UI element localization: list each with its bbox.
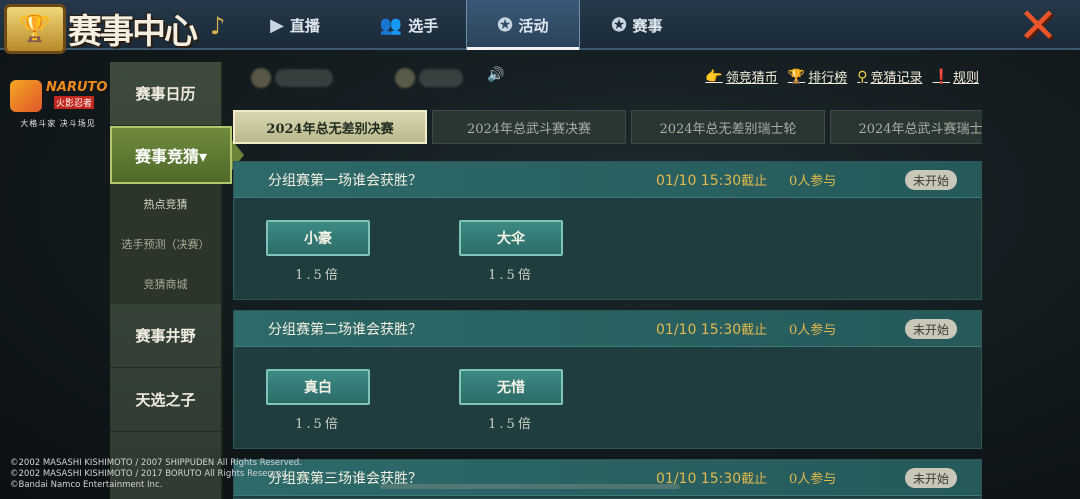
event-center-logo: 🏆 赛事中心 ♪: [0, 0, 235, 62]
card-participants: 0人参与: [789, 323, 837, 338]
option-button[interactable]: 小豪: [266, 220, 370, 256]
coin-icon: [395, 68, 415, 88]
players-icon: 👥: [379, 14, 403, 36]
sidebar-sub-guess-shop[interactable]: 竞猜商城: [110, 264, 221, 304]
leaderboard-label: 排行榜: [808, 71, 848, 86]
card-header: 分组赛第二场谁会获胜？ 01/10 15:30截止 0人参与 未开始: [234, 311, 981, 347]
card-body: 小豪 1.5倍 大伞 1.5倍: [234, 198, 981, 299]
card-body: 真白 1.5倍 无惜 1.5倍: [234, 347, 981, 448]
close-icon[interactable]: ✕: [1010, 2, 1066, 50]
music-note-icon: ♪: [210, 12, 226, 40]
card-header: 分组赛第一场谁会获胜？ 01/10 15:30截止 0人参与 未开始: [234, 162, 981, 198]
guess-record-label: 竞猜记录: [870, 71, 923, 86]
status-badge: 未开始: [904, 170, 957, 190]
copyright-line: ©Bandai Namco Entertainment Inc.: [10, 480, 163, 490]
option-button[interactable]: 大伞: [459, 220, 563, 256]
option-odds: 1.5倍: [488, 417, 534, 432]
game-app-icon: [10, 80, 42, 112]
match-tab-unlimited-final[interactable]: 2024年总无差别决赛: [233, 110, 427, 144]
game-logo-sub: 火影忍者: [54, 96, 95, 109]
guess-record-link[interactable]: ⚲ 竞猜记录: [857, 67, 923, 87]
medal-icon: ⚲: [857, 68, 868, 85]
guess-card: 分组赛第一场谁会获胜？ 01/10 15:30截止 0人参与 未开始 小豪 1.…: [233, 161, 982, 300]
hand-pointer-icon: 👉: [705, 68, 723, 85]
rules-link[interactable]: ❗ 规则: [932, 67, 979, 87]
card-title: 分组赛第一场谁会获胜？: [268, 172, 422, 189]
option-odds: 1.5倍: [488, 268, 534, 283]
copyright-line: ©2002 MASASHI KISHIMOTO / 2017 BORUTO Al…: [10, 469, 290, 479]
tab-events-label: 赛事: [632, 16, 663, 35]
tab-activity-label: 活动: [518, 16, 549, 35]
sidebar-sub-hot-guess[interactable]: 热点竞猜: [110, 184, 221, 224]
option-button[interactable]: 无惜: [459, 369, 563, 405]
guess-card: 分组赛第二场谁会获胜？ 01/10 15:30截止 0人参与 未开始 真白 1.…: [233, 310, 982, 449]
rules-label: 规则: [952, 71, 979, 86]
tab-live[interactable]: ▶ 直播: [238, 0, 352, 50]
copyright-notice: ©2002 MASASHI KISHIMOTO / 2007 SHIPPUDEN…: [10, 458, 350, 491]
card-participants: 0人参与: [789, 174, 837, 189]
game-badge: NARUTO 火影忍者 大格斗家 决斗场见: [6, 78, 110, 134]
tv-icon: ▶: [270, 14, 284, 36]
sidebar-item-guess[interactable]: 赛事竞猜▾: [110, 126, 244, 184]
action-links: 👉 领竞猜币 🏆 排行榜 ⚲ 竞猜记录 ❗ 规则: [705, 67, 979, 87]
card-deadline-time: 01/10 15:30截止: [656, 173, 768, 189]
star-badge-icon: ✪: [611, 14, 627, 36]
match-tab-unlimited-swiss[interactable]: 2024年总无差别瑞士轮: [631, 110, 825, 144]
main-tabs: ▶ 直播 👥 选手 ✪ 活动 ✪ 赛事: [238, 0, 694, 50]
match-tab-fight-final[interactable]: 2024年总武斗赛决赛: [432, 110, 626, 144]
sidebar-item-chosen[interactable]: 天选之子: [110, 368, 221, 432]
option-odds: 1.5倍: [295, 417, 341, 432]
claim-coins-link[interactable]: 👉 领竞猜币: [705, 67, 778, 87]
copyright-line: ©2002 MASASHI KISHIMOTO / 2007 SHIPPUDEN…: [10, 458, 302, 468]
trophy-tv-icon: 🏆: [4, 4, 66, 54]
tab-players[interactable]: 👥 选手: [352, 0, 466, 50]
horizontal-scrollbar[interactable]: [380, 484, 680, 489]
exclamation-icon: ❗: [932, 68, 950, 85]
claim-coins-label: 领竞猜币: [725, 71, 778, 86]
star-badge-icon: ✪: [497, 14, 513, 36]
blurred-username: [275, 69, 333, 87]
sidebar-item-calendar[interactable]: 赛事日历: [110, 62, 221, 126]
leaderboard-link[interactable]: 🏆 排行榜: [787, 67, 848, 87]
blurred-avatar: [251, 68, 271, 88]
status-badge: 未开始: [904, 468, 957, 488]
info-row: 🔊 👉 领竞猜币 🏆 排行榜 ⚲ 竞猜记录 ❗ 规则: [245, 66, 983, 90]
tab-players-label: 选手: [408, 16, 439, 35]
sidebar-item-ino[interactable]: 赛事井野: [110, 304, 221, 368]
game-logo: NARUTO: [46, 80, 108, 95]
option-button[interactable]: 真白: [266, 369, 370, 405]
match-tab-fight-swiss[interactable]: 2024年总武斗赛瑞士轮: [830, 110, 982, 144]
status-badge: 未开始: [904, 319, 957, 339]
tab-events[interactable]: ✪ 赛事: [580, 0, 694, 50]
trophy-icon: 🏆: [787, 68, 806, 85]
tab-live-label: 直播: [289, 16, 320, 35]
game-slogan: 大格斗家 决斗场见: [20, 119, 96, 128]
sidebar: 赛事日历 赛事竞猜▾ 热点竞猜 选手预测（决赛） 竞猜商城 赛事井野 天选之子: [110, 62, 244, 499]
speaker-icon[interactable]: 🔊: [487, 67, 504, 83]
logo-title: 赛事中心: [68, 12, 198, 52]
match-tabs: 2024年总无差别决赛 2024年总武斗赛决赛 2024年总无差别瑞士轮 202…: [233, 110, 982, 144]
card-deadline-time: 01/10 15:30截止: [656, 322, 768, 338]
card-title: 分组赛第二场谁会获胜？: [268, 321, 422, 338]
sidebar-sub-player-predict[interactable]: 选手预测（决赛）: [110, 224, 221, 264]
option-odds: 1.5倍: [295, 268, 341, 283]
blurred-coin-balance: [419, 69, 463, 87]
tab-activity[interactable]: ✪ 活动: [466, 0, 580, 50]
card-participants: 0人参与: [789, 472, 837, 487]
